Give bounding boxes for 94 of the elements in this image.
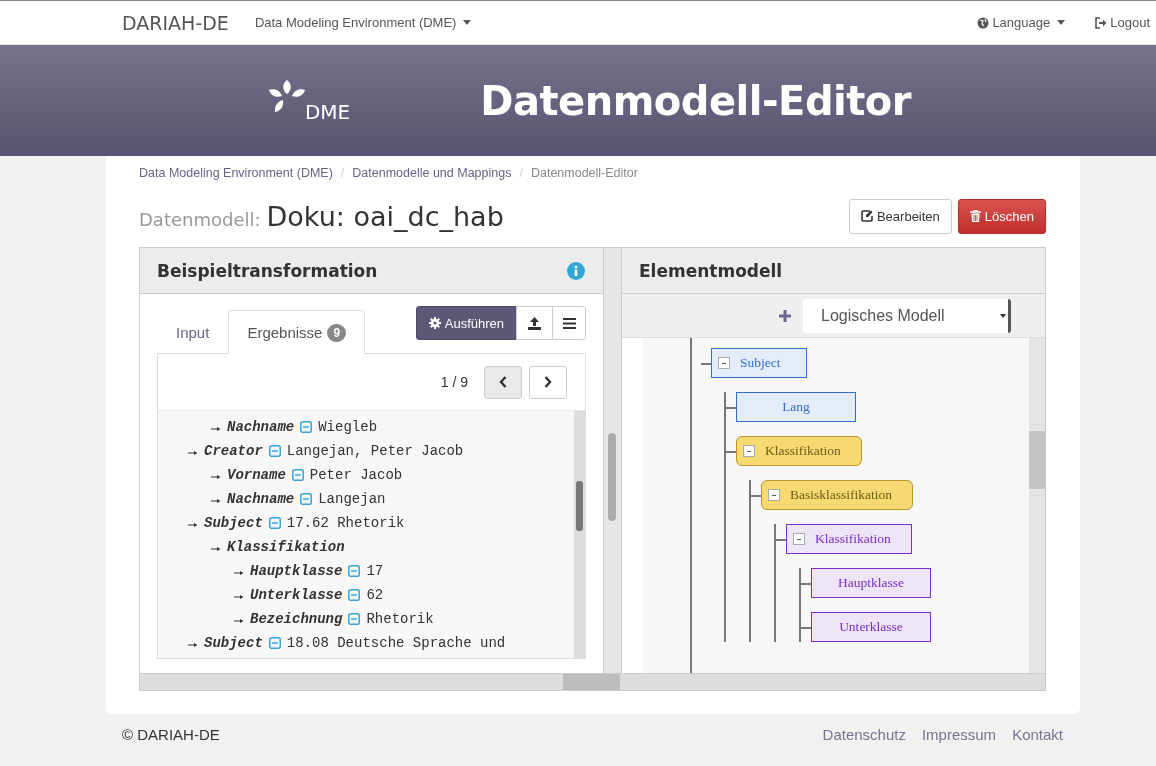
tab[interactable]: Input <box>157 310 229 354</box>
collapse-icon <box>268 445 281 457</box>
element-name: Nachname <box>227 419 295 435</box>
logout-link[interactable]: Logout <box>1095 15 1150 30</box>
tree-node[interactable]: Klassifikation <box>736 436 862 466</box>
chevron-left-icon <box>499 376 507 388</box>
tree-node[interactable]: Lang <box>736 392 856 422</box>
breadcrumb-current: Datenmodell-Editor <box>530 166 638 180</box>
language-dropdown[interactable]: Language <box>977 15 1066 30</box>
element-value: Wiegleb <box>318 419 378 435</box>
upload-icon <box>528 316 541 330</box>
footer-link[interactable]: Impressum <box>921 725 997 743</box>
globe-icon <box>977 16 990 29</box>
collapse-icon <box>300 493 313 505</box>
scrollbar[interactable] <box>1029 338 1045 673</box>
copyright-text: © DARIAH-DE <box>122 725 220 743</box>
footer-link[interactable]: Datenschutz <box>822 725 906 743</box>
collapse-icon <box>348 589 361 601</box>
brand-link[interactable]: DARIAH-DE <box>122 11 229 34</box>
element-value: 17 <box>366 563 384 579</box>
tree-node[interactable]: Subject <box>711 348 807 378</box>
tab[interactable]: Ergebnisse 9 <box>228 310 366 354</box>
element-name: Unterklasse <box>250 587 343 603</box>
element-name: Creator <box>204 443 263 459</box>
logo-text: DME <box>304 99 351 124</box>
arrow-icon <box>234 593 244 600</box>
count-badge: 9 <box>327 323 347 342</box>
breadcrumb-link[interactable]: Datenmodelle und Mappings <box>352 166 512 180</box>
element-value: Peter Jacob <box>309 467 403 483</box>
run-button[interactable]: Ausführen <box>415 306 517 340</box>
menu-button[interactable] <box>552 306 586 340</box>
tree-node[interactable]: Klassifikation <box>786 524 912 554</box>
element-value: 18.08 Deutsche Sprache und <box>286 635 506 651</box>
model-name: Doku: oai_dc_hab <box>266 200 504 232</box>
info-icon <box>567 261 585 280</box>
tree-node[interactable]: Basisklassifikation <box>761 480 913 510</box>
collapse-icon[interactable] <box>768 489 780 501</box>
chevron-right-icon <box>544 376 552 388</box>
gear-icon <box>428 317 441 329</box>
element-name: Nachname <box>227 491 295 507</box>
page-counter: 1 / 9 <box>440 374 468 390</box>
footer-link[interactable]: Kontakt <box>1012 725 1063 743</box>
breadcrumb-link[interactable]: Data Modeling Environment (DME) <box>139 166 333 180</box>
menu-dropdown[interactable]: Data Modeling Environment (DME) <box>254 15 472 30</box>
collapse-icon <box>268 517 281 529</box>
arrow-icon <box>211 473 221 480</box>
collapse-icon <box>291 469 304 481</box>
element-name: Subject <box>204 635 263 651</box>
delete-button[interactable]: Löschen <box>957 198 1046 234</box>
page-title: Datenmodell-Editor <box>480 77 912 124</box>
collapse-icon <box>348 613 361 625</box>
upload-button[interactable] <box>516 306 553 340</box>
element-value: Langejan, Peter Jacob <box>286 443 464 459</box>
collapse-icon[interactable] <box>718 357 730 369</box>
panel-title: Elementmodell <box>639 260 783 281</box>
next-button[interactable] <box>529 365 567 399</box>
arrow-icon <box>234 569 244 576</box>
breadcrumb-separator: / <box>519 166 523 180</box>
arrow-icon <box>211 497 221 504</box>
arrow-icon <box>188 521 198 528</box>
scrollbar[interactable] <box>574 411 585 658</box>
collapse-icon <box>300 421 313 433</box>
model-label: Datenmodell: <box>139 208 261 230</box>
edit-button[interactable]: Bearbeiten <box>848 198 952 234</box>
breadcrumb-separator: / <box>340 166 345 180</box>
previous-button[interactable] <box>484 365 522 399</box>
logout-icon <box>1095 16 1108 29</box>
collapse-icon[interactable] <box>793 533 805 545</box>
element-name: Subject <box>204 515 263 531</box>
element-value: 62 <box>366 587 384 603</box>
element-value: Langejan <box>318 491 386 507</box>
element-name: Hauptklasse <box>250 563 343 579</box>
arrow-icon <box>211 425 221 432</box>
arrow-icon <box>234 617 244 624</box>
scrollbar[interactable] <box>139 674 1046 691</box>
element-name: Klassifikation <box>227 539 345 555</box>
element-value: 17.62 Rhetorik <box>286 515 405 531</box>
panel-title: Beispieltransformation <box>157 260 378 281</box>
model-select[interactable]: Logisches Modell <box>803 298 1011 333</box>
element-name: Vorname <box>227 467 286 483</box>
menu-icon <box>562 317 576 329</box>
element-name: Bezeichnung <box>250 611 343 627</box>
trash-icon <box>969 210 981 222</box>
arrow-icon <box>188 641 198 648</box>
collapse-icon <box>268 637 281 649</box>
tree-node[interactable]: Unterklasse <box>811 612 931 642</box>
element-value: Rhetorik <box>366 611 434 627</box>
collapse-icon <box>348 565 361 577</box>
collapse-icon[interactable] <box>743 445 755 457</box>
plus-icon <box>779 309 791 322</box>
edit-icon <box>860 210 873 222</box>
arrow-icon <box>211 545 221 552</box>
arrow-icon <box>188 449 198 456</box>
tree-node[interactable]: Hauptklasse <box>811 568 931 598</box>
